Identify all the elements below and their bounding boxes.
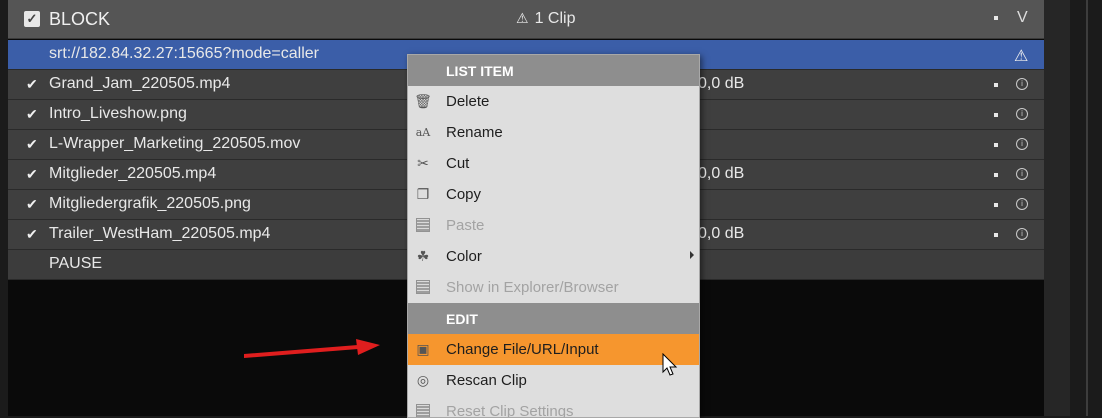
menu-item-reset-clip-settings[interactable]: Reset Clip Settings (408, 396, 699, 417)
paste-icon (414, 217, 432, 234)
info-icon[interactable]: i (1016, 228, 1028, 240)
menu-item-paste[interactable]: Paste (408, 210, 699, 241)
checkbox-checked-icon[interactable]: ✓ (24, 11, 40, 27)
panel-divider (1086, 0, 1088, 416)
menu-item-label: Color (446, 248, 482, 265)
audio-level: 0,0 dB (698, 165, 745, 182)
rescan-icon: ◎ (416, 372, 430, 388)
menu-section-list-item: LIST ITEM (408, 55, 699, 86)
list-item-name: Grand_Jam_220505.mp4 (49, 75, 231, 92)
menu-item-show-in-explorer[interactable]: Show in Explorer/Browser (408, 272, 699, 303)
menu-dot-icon[interactable] (994, 203, 998, 207)
rename-icon: aA (415, 126, 431, 139)
menu-section-edit: EDIT (408, 303, 699, 334)
info-icon[interactable]: i (1016, 78, 1028, 90)
trash-icon: 🗑 (414, 93, 432, 109)
list-item-name: L-Wrapper_Marketing_220505.mov (49, 135, 301, 152)
audio-level: 0,0 dB (698, 75, 745, 92)
menu-item-label: Show in Explorer/Browser (446, 279, 619, 296)
info-icon[interactable]: i (1016, 168, 1028, 180)
menu-item-label: Rescan Clip (446, 372, 527, 389)
annotation-arrow-icon (244, 339, 380, 358)
info-icon[interactable]: i (1016, 198, 1028, 210)
menu-dot-icon[interactable] (994, 143, 998, 147)
menu-item-rescan-clip[interactable]: ◎ Rescan Clip (408, 365, 699, 396)
menu-dot-icon[interactable] (994, 233, 998, 237)
menu-item-rename[interactable]: aA Rename (408, 117, 699, 148)
warning-icon: ⚠ (516, 10, 529, 26)
explorer-icon (414, 279, 432, 296)
menu-item-label: Rename (446, 124, 503, 141)
block-header[interactable]: ✓ BLOCK ⚠ 1 Clip V (8, 0, 1044, 39)
color-icon: ☘ (416, 248, 430, 264)
list-item-name: Mitglieder_220505.mp4 (49, 165, 217, 182)
copy-icon: ❐ (416, 186, 430, 202)
menu-dot-icon[interactable] (994, 173, 998, 177)
block-title: BLOCK (49, 9, 111, 29)
menu-item-label: Delete (446, 93, 490, 110)
list-item-name: srt://182.84.32.27:15665?mode=caller (49, 45, 319, 62)
mouse-cursor-icon (662, 353, 678, 376)
audio-level: 0,0 dB (698, 225, 745, 242)
clip-warning: ⚠ 1 Clip (516, 10, 575, 28)
check-icon[interactable]: ✔ (26, 196, 38, 213)
menu-item-label: Change File/URL/Input (446, 341, 599, 358)
menu-dot-icon[interactable] (994, 16, 998, 20)
info-icon[interactable]: i (1016, 108, 1028, 120)
check-icon[interactable]: ✔ (26, 166, 38, 183)
context-menu: LIST ITEM 🗑 Delete aA Rename ✂ Cut ❐ Cop… (407, 54, 700, 418)
scissors-icon: ✂ (417, 155, 429, 171)
menu-item-label: Cut (446, 155, 470, 172)
warning-icon[interactable]: ⚠ (1014, 46, 1028, 66)
list-item-name: Mitgliedergrafik_220505.png (49, 195, 251, 212)
list-item-name: PAUSE (49, 255, 103, 272)
clip-warning-text: 1 Clip (534, 10, 576, 27)
menu-item-color[interactable]: ☘ Color (408, 241, 699, 272)
check-icon[interactable]: ✔ (26, 226, 38, 243)
list-item-name: Intro_Liveshow.png (49, 105, 187, 122)
submenu-arrow-icon (690, 251, 694, 259)
menu-item-label: Copy (446, 186, 482, 203)
menu-item-cut[interactable]: ✂ Cut (408, 148, 699, 179)
chevron-down-icon[interactable]: V (1017, 9, 1028, 27)
menu-dot-icon[interactable] (994, 113, 998, 117)
menu-item-label: Paste (446, 217, 485, 234)
check-icon[interactable]: ✔ (26, 136, 38, 153)
list-item-name: Trailer_WestHam_220505.mp4 (49, 225, 271, 242)
info-icon[interactable]: i (1016, 138, 1028, 150)
scrollbar-track[interactable] (1044, 0, 1070, 416)
change-file-icon: ▣ (416, 341, 430, 357)
check-icon[interactable]: ✔ (26, 76, 38, 93)
menu-item-change-file[interactable]: ▣ Change File/URL/Input (408, 334, 699, 365)
menu-section-label: LIST ITEM (446, 63, 514, 79)
check-icon[interactable]: ✔ (26, 106, 38, 123)
menu-item-delete[interactable]: 🗑 Delete (408, 86, 699, 117)
menu-section-label: EDIT (446, 311, 478, 327)
menu-dot-icon[interactable] (994, 83, 998, 87)
menu-item-copy[interactable]: ❐ Copy (408, 179, 699, 210)
